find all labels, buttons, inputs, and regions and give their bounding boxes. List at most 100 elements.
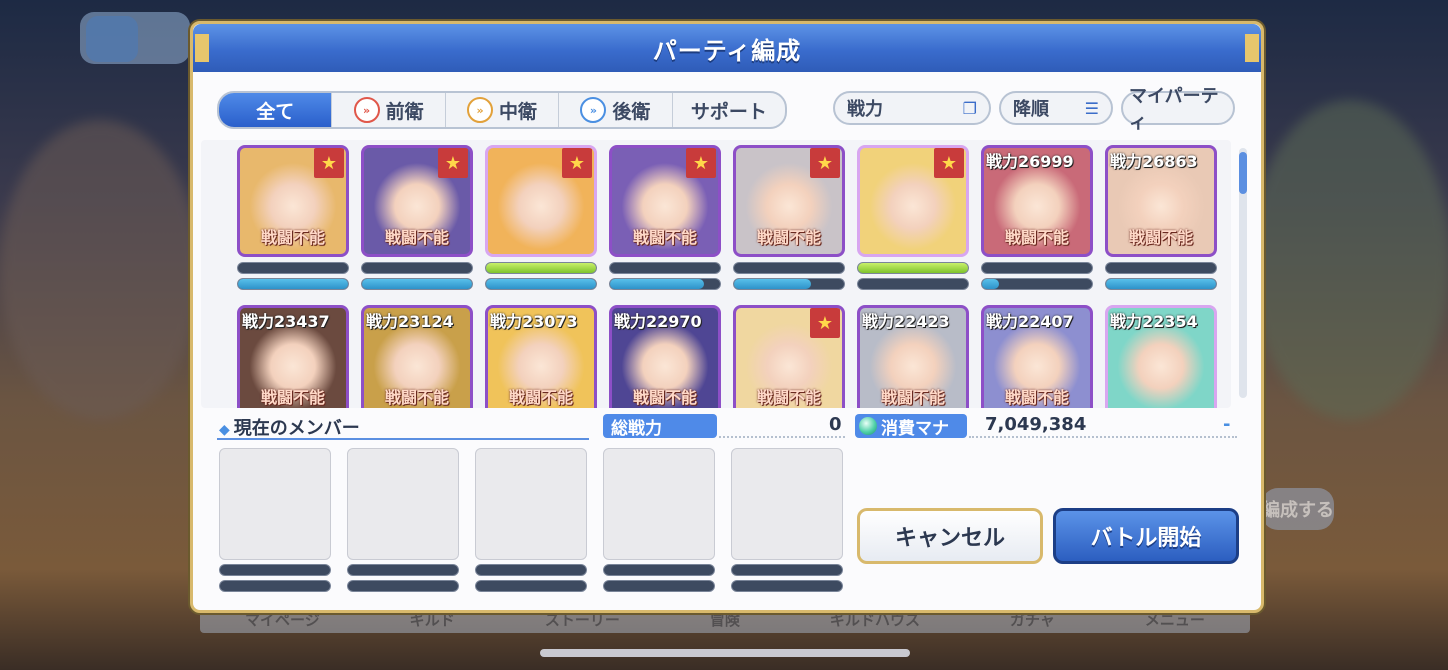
- tab-support[interactable]: サポート: [673, 93, 785, 127]
- battle-start-button[interactable]: バトル開始: [1053, 508, 1239, 564]
- character-portrait[interactable]: ★: [857, 145, 969, 257]
- tp-bar-fill: [610, 279, 704, 289]
- mana-delta: -: [1223, 414, 1231, 435]
- tp-bar-fill: [238, 279, 348, 289]
- hp-bar: [733, 262, 845, 274]
- character-portrait[interactable]: 戦力23437 戦闘不能: [237, 305, 349, 408]
- character-power: 戦力26863: [1110, 152, 1198, 171]
- sort-order-button[interactable]: 降順 ☰: [999, 91, 1113, 125]
- sort-descending-icon: ☰: [1084, 98, 1099, 118]
- tp-bar: [361, 278, 473, 290]
- member-slot-bar: [219, 564, 331, 576]
- character-grid: 戦闘不能 ★ 戦闘不能 ★ ★ 戦闘不能 ★ 戦闘不能 ★ ★ 戦力26999 戦闘不能 戦力26863…: [201, 140, 1231, 408]
- character-portrait[interactable]: 戦闘不能 ★: [609, 145, 721, 257]
- favorite-star-icon: ★: [438, 148, 468, 178]
- tab-front[interactable]: » 前衛: [332, 93, 446, 127]
- total-power-dots: [719, 436, 845, 438]
- total-power-value: 0: [829, 414, 842, 435]
- favorite-star-icon: ★: [562, 148, 592, 178]
- current-members-heading: ◆ 現在のメンバー: [219, 414, 360, 440]
- tab-all[interactable]: 全て: [219, 93, 333, 127]
- character-power: 戦力22423: [862, 312, 950, 331]
- hp-bar: [981, 262, 1093, 274]
- member-slot[interactable]: [603, 448, 715, 560]
- character-portrait[interactable]: 戦力23073 戦闘不能: [485, 305, 597, 408]
- character-power: 戦力23124: [366, 312, 454, 331]
- member-slot-bar: [603, 580, 715, 592]
- tab-middle-label: 中衛: [499, 100, 538, 123]
- character-portrait[interactable]: 戦力22423 戦闘不能: [857, 305, 969, 408]
- tp-bar-fill: [1106, 279, 1216, 289]
- character-portrait[interactable]: 戦力26999 戦闘不能: [981, 145, 1093, 257]
- favorite-star-icon: ★: [686, 148, 716, 178]
- diamond-icon: ◆: [219, 422, 230, 438]
- back-position-icon: »: [580, 97, 607, 123]
- tp-bar-fill: [362, 279, 472, 289]
- header-corner-left: [195, 34, 209, 62]
- tp-bar: [981, 278, 1093, 290]
- member-slot-bar: [475, 564, 587, 576]
- character-power: 戦力23073: [490, 312, 578, 331]
- character-portrait[interactable]: 戦闘不能 ★: [733, 305, 845, 408]
- character-status: 戦闘不能: [756, 388, 821, 407]
- favorite-star-icon: ★: [810, 308, 840, 338]
- mana-cost-tag: 消費マナ: [855, 414, 967, 439]
- hp-bar: [609, 262, 721, 274]
- dialog-header: パーティ編成: [193, 24, 1261, 72]
- character-portrait[interactable]: 戦闘不能 ★: [361, 145, 473, 257]
- character-status: 戦闘不能: [880, 388, 945, 407]
- tab-front-label: 前衛: [385, 100, 424, 123]
- character-status: 戦闘不能: [632, 228, 697, 247]
- member-slot[interactable]: [731, 448, 843, 560]
- character-portrait[interactable]: ★: [485, 145, 597, 257]
- mana-gem-icon: [859, 417, 877, 435]
- character-portrait[interactable]: 戦力23124 戦闘不能: [361, 305, 473, 408]
- character-portrait[interactable]: 戦力22407 戦闘不能: [981, 305, 1093, 408]
- window-toggle-icon: ❐: [962, 98, 977, 118]
- character-portrait[interactable]: 戦力22354: [1105, 305, 1217, 408]
- character-portrait[interactable]: 戦闘不能 ★: [237, 145, 349, 257]
- favorite-star-icon: ★: [314, 148, 344, 178]
- background-blur-right: [1250, 100, 1448, 420]
- middle-position-icon: »: [467, 97, 493, 123]
- total-power-tag: 総戦力: [603, 414, 717, 439]
- grid-scroll-thumb[interactable]: [1239, 152, 1247, 194]
- background-back-button: [86, 16, 138, 62]
- character-portrait[interactable]: 戦闘不能 ★: [733, 145, 845, 257]
- grid-scrollbar[interactable]: [1239, 148, 1247, 398]
- role-filter-tabs: 全て » 前衛 » 中衛 » 後衛 サポート: [217, 91, 787, 129]
- character-status: 戦闘不能: [632, 388, 697, 407]
- background-blur-left: [0, 120, 200, 420]
- tab-middle[interactable]: » 中衛: [446, 93, 560, 127]
- member-slot[interactable]: [475, 448, 587, 560]
- tab-back[interactable]: » 後衛: [559, 93, 673, 127]
- front-position-icon: »: [353, 97, 380, 123]
- member-slot-bar: [731, 580, 843, 592]
- my-party-button[interactable]: マイパーティ: [1121, 86, 1235, 133]
- tp-bar-fill: [486, 279, 596, 289]
- hp-bar: [1105, 262, 1217, 274]
- member-slot-bar: [347, 564, 459, 576]
- character-status: 戦闘不能: [1004, 388, 1069, 407]
- character-portrait[interactable]: 戦力22970 戦闘不能: [609, 305, 721, 408]
- character-status: 戦闘不能: [260, 228, 325, 247]
- cancel-button[interactable]: キャンセル: [857, 508, 1043, 564]
- tab-support-label: サポート: [690, 100, 767, 123]
- mana-cost-value: 7,049,384: [985, 414, 1087, 435]
- sort-by-button[interactable]: 戦力 ❐: [833, 91, 991, 125]
- character-portrait[interactable]: 戦力26863 戦闘不能: [1105, 145, 1217, 257]
- character-status: 戦闘不能: [1128, 228, 1193, 247]
- character-status: 戦闘不能: [384, 388, 449, 407]
- hp-bar: [237, 262, 349, 274]
- tp-bar: [733, 278, 845, 290]
- current-members-underline: [217, 438, 589, 440]
- member-slot[interactable]: [219, 448, 331, 560]
- member-slot-bar: [603, 564, 715, 576]
- home-indicator[interactable]: [540, 649, 910, 657]
- current-members-label: 現在のメンバー: [233, 418, 360, 439]
- member-slot[interactable]: [347, 448, 459, 560]
- member-slot-bar: [731, 564, 843, 576]
- favorite-star-icon: ★: [810, 148, 840, 178]
- tp-bar: [1105, 278, 1217, 290]
- character-power: 戦力22970: [614, 312, 702, 331]
